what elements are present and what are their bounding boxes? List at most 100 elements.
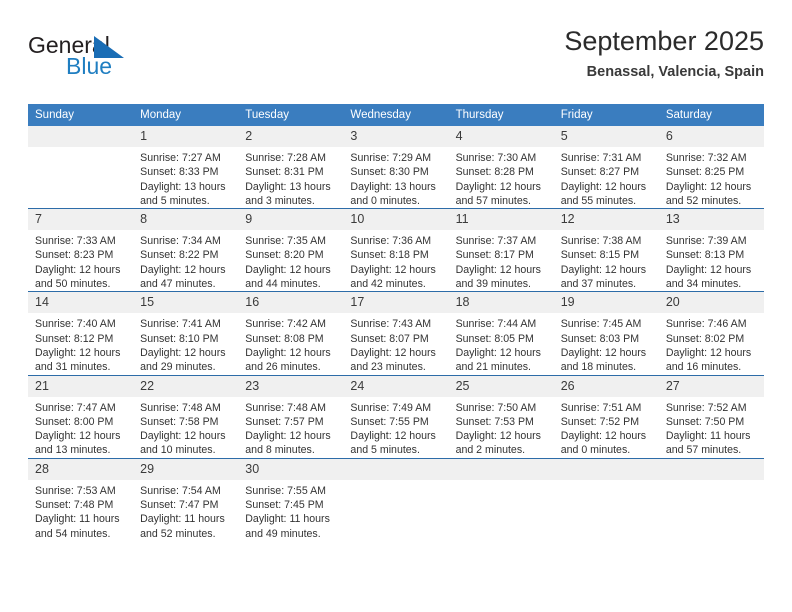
day-sunrise-text: Sunrise: 7:32 AM <box>665 152 747 164</box>
day-number: 28 <box>28 458 134 480</box>
day-details: Sunrise: 7:48 AM Sunset: 7:58 PM Daylight:… <box>133 397 238 458</box>
day-sunset-text: Sunset: 8:15 PM <box>560 249 640 262</box>
day-daylight1-text: Daylight: 12 hours <box>35 430 121 443</box>
day-daylight2-text: and 13 minutes. <box>35 444 111 457</box>
day-details: Sunrise: 7:30 AM Sunset: 8:28 PM Daylight:… <box>449 147 554 208</box>
day-sunrise-text: Sunrise: 7:43 AM <box>350 318 432 331</box>
day-daylight2-text: and 5 minutes. <box>140 194 210 207</box>
brand-logo[interactable]: General Blue <box>28 32 208 88</box>
calendar-empty-cell <box>658 457 764 541</box>
day-daylight1-text: Daylight: 12 hours <box>140 430 226 443</box>
calendar-day-cell[interactable]: 28 Sunrise: 7:53 AM Sunset: 7:48 PM Dayligh… <box>28 457 134 541</box>
calendar-day-cell[interactable]: 8 Sunrise: 7:34 AM Sunset: 8:22 PM Daylight… <box>133 208 239 292</box>
day-daylight1-text: Daylight: 12 hours <box>350 430 436 443</box>
calendar-day-cell[interactable]: 9 Sunrise: 7:35 AM Sunset: 8:20 PM Daylight… <box>238 208 344 292</box>
calendar-day-cell[interactable]: 18 Sunrise: 7:44 AM Sunset: 8:05 PM Dayligh… <box>448 291 554 376</box>
day-sunset-text: Sunset: 7:47 PM <box>140 499 219 512</box>
calendar-table: Sunday Monday Tuesday Wednesday Thursday… <box>28 104 764 541</box>
day-daylight2-text: and 29 minutes. <box>140 361 216 374</box>
day-sunset-text: Sunset: 8:30 PM <box>350 166 429 179</box>
day-sunrise-text: Sunrise: 7:48 AM <box>245 401 326 414</box>
calendar-day-cell[interactable]: 30 Sunrise: 7:55 AM Sunset: 7:45 PM Dayligh… <box>238 457 344 541</box>
calendar-day-cell[interactable]: 10 Sunrise: 7:36 AM Sunset: 8:18 PM Dayligh… <box>343 208 449 292</box>
calendar-day-cell[interactable]: 2 Sunrise: 7:28 AM Sunset: 8:31 PM Daylight… <box>238 126 344 209</box>
day-sunrise-text: Sunrise: 7:31 AM <box>560 152 642 164</box>
day-details: Sunrise: 7:28 AM Sunset: 8:31 PM Daylight:… <box>238 147 343 208</box>
day-sunset-text: Sunset: 8:23 PM <box>35 249 114 262</box>
day-number: 1 <box>133 126 239 147</box>
calendar-day-cell[interactable]: 11 Sunrise: 7:37 AM Sunset: 8:17 PM Dayligh… <box>448 208 554 292</box>
day-daylight1-text: Daylight: 12 hours <box>35 263 121 276</box>
calendar-day-cell[interactable]: 25 Sunrise: 7:50 AM Sunset: 7:53 PM Dayligh… <box>448 374 554 459</box>
calendar-day-cell[interactable]: 16 Sunrise: 7:42 AM Sunset: 8:08 PM Dayligh… <box>238 291 344 376</box>
day-sunrise-text: Sunrise: 7:34 AM <box>140 235 221 248</box>
day-details: Sunrise: 7:34 AM Sunset: 8:22 PM Daylight:… <box>133 230 238 291</box>
day-daylight2-text: and 57 minutes. <box>455 194 531 207</box>
day-daylight2-text: and 5 minutes. <box>350 444 420 457</box>
calendar-day-cell[interactable]: 3 Sunrise: 7:29 AM Sunset: 8:30 PM Daylight… <box>343 126 449 209</box>
calendar-day-cell[interactable]: 13 Sunrise: 7:39 AM Sunset: 8:13 PM Dayligh… <box>658 208 764 292</box>
calendar-page: General Blue September 2025 Benassal, Va… <box>0 0 792 612</box>
day-number <box>553 458 659 480</box>
calendar-day-cell[interactable]: 24 Sunrise: 7:49 AM Sunset: 7:55 PM Dayligh… <box>343 374 449 459</box>
day-sunset-text: Sunset: 7:55 PM <box>350 415 429 428</box>
calendar-day-cell[interactable]: 27 Sunrise: 7:52 AM Sunset: 7:50 PM Dayligh… <box>658 374 764 459</box>
calendar-week-row: 1 Sunrise: 7:27 AM Sunset: 8:33 PM Daylight… <box>28 126 764 209</box>
day-daylight1-text: Daylight: 12 hours <box>455 346 541 359</box>
calendar-empty-cell <box>343 457 449 541</box>
day-daylight1-text: Daylight: 13 hours <box>140 180 226 193</box>
day-number: 3 <box>343 126 449 147</box>
day-daylight1-text: Daylight: 12 hours <box>665 346 752 359</box>
day-daylight1-text: Daylight: 13 hours <box>245 180 331 193</box>
day-daylight2-text: and 49 minutes. <box>245 527 321 540</box>
day-number: 11 <box>448 209 554 231</box>
day-sunrise-text: Sunrise: 7:42 AM <box>245 318 326 331</box>
weekday-header-monday: Monday <box>133 104 239 126</box>
day-sunset-text: Sunset: 7:58 PM <box>140 415 219 428</box>
calendar-day-cell[interactable]: 19 Sunrise: 7:45 AM Sunset: 8:03 PM Dayligh… <box>553 291 659 376</box>
day-details: Sunrise: 7:51 AM Sunset: 7:52 PM Daylight:… <box>554 397 659 458</box>
day-sunset-text: Sunset: 7:48 PM <box>35 499 114 512</box>
calendar-day-cell[interactable]: 23 Sunrise: 7:48 AM Sunset: 7:57 PM Dayligh… <box>238 374 344 459</box>
calendar-day-cell[interactable]: 15 Sunrise: 7:41 AM Sunset: 8:10 PM Dayligh… <box>133 291 239 376</box>
calendar-body: 1 Sunrise: 7:27 AM Sunset: 8:33 PM Daylight… <box>28 126 764 541</box>
day-sunrise-text: Sunrise: 7:40 AM <box>35 318 116 331</box>
calendar-day-cell[interactable]: 7 Sunrise: 7:33 AM Sunset: 8:23 PM Daylight… <box>28 208 134 292</box>
day-daylight2-text: and 10 minutes. <box>140 444 216 457</box>
calendar-day-cell[interactable]: 20 Sunrise: 7:46 AM Sunset: 8:02 PM Dayligh… <box>658 291 764 376</box>
calendar-day-cell[interactable]: 22 Sunrise: 7:48 AM Sunset: 7:58 PM Dayligh… <box>133 374 239 459</box>
day-number: 7 <box>28 209 134 231</box>
weekday-header-wednesday: Wednesday <box>343 104 449 126</box>
day-details: Sunrise: 7:44 AM Sunset: 8:05 PM Daylight:… <box>449 313 554 374</box>
day-daylight2-text: and 37 minutes. <box>560 278 637 291</box>
day-details: Sunrise: 7:36 AM Sunset: 8:18 PM Daylight:… <box>343 230 448 291</box>
day-daylight2-text: and 18 minutes. <box>560 361 637 374</box>
calendar-day-cell[interactable]: 4 Sunrise: 7:30 AM Sunset: 8:28 PM Daylight… <box>448 126 554 209</box>
calendar-day-cell[interactable]: 21 Sunrise: 7:47 AM Sunset: 8:00 PM Dayligh… <box>28 374 134 459</box>
calendar-day-cell[interactable]: 6 Sunrise: 7:32 AM Sunset: 8:25 PM Daylight… <box>658 126 764 209</box>
brand-name-blue: Blue <box>66 53 113 79</box>
day-daylight2-text: and 42 minutes. <box>350 278 426 291</box>
day-daylight1-text: Daylight: 12 hours <box>245 346 331 359</box>
day-number: 24 <box>343 375 449 397</box>
calendar-day-cell[interactable]: 26 Sunrise: 7:51 AM Sunset: 7:52 PM Dayligh… <box>553 374 659 459</box>
calendar-day-cell[interactable]: 12 Sunrise: 7:38 AM Sunset: 8:15 PM Dayligh… <box>553 208 659 292</box>
calendar-day-cell[interactable]: 1 Sunrise: 7:27 AM Sunset: 8:33 PM Daylight… <box>133 126 239 209</box>
weekday-header-friday: Friday <box>553 104 659 126</box>
day-number: 4 <box>448 126 554 147</box>
day-daylight1-text: Daylight: 11 hours <box>35 513 120 526</box>
day-details: Sunrise: 7:55 AM Sunset: 7:45 PM Daylight:… <box>238 480 343 541</box>
calendar-empty-cell <box>448 457 554 541</box>
calendar-day-cell[interactable]: 5 Sunrise: 7:31 AM Sunset: 8:27 PM Daylight… <box>553 126 659 209</box>
day-daylight2-text: and 0 minutes. <box>560 444 631 457</box>
calendar-day-cell[interactable]: 17 Sunrise: 7:43 AM Sunset: 8:07 PM Dayligh… <box>343 291 449 376</box>
day-daylight1-text: Daylight: 12 hours <box>560 263 647 276</box>
calendar-day-cell[interactable]: 29 Sunrise: 7:54 AM Sunset: 7:47 PM Dayligh… <box>133 457 239 541</box>
day-details: Sunrise: 7:43 AM Sunset: 8:07 PM Daylight:… <box>343 313 448 374</box>
day-sunset-text: Sunset: 8:18 PM <box>350 249 429 262</box>
day-sunrise-text: Sunrise: 7:51 AM <box>560 401 642 414</box>
calendar-day-cell[interactable]: 14 Sunrise: 7:40 AM Sunset: 8:12 PM Dayligh… <box>28 291 134 376</box>
day-details: Sunrise: 7:39 AM Sunset: 8:13 PM Daylight:… <box>659 230 764 291</box>
day-daylight2-text: and 34 minutes. <box>665 278 742 291</box>
day-details: Sunrise: 7:53 AM Sunset: 7:48 PM Daylight:… <box>28 480 133 541</box>
